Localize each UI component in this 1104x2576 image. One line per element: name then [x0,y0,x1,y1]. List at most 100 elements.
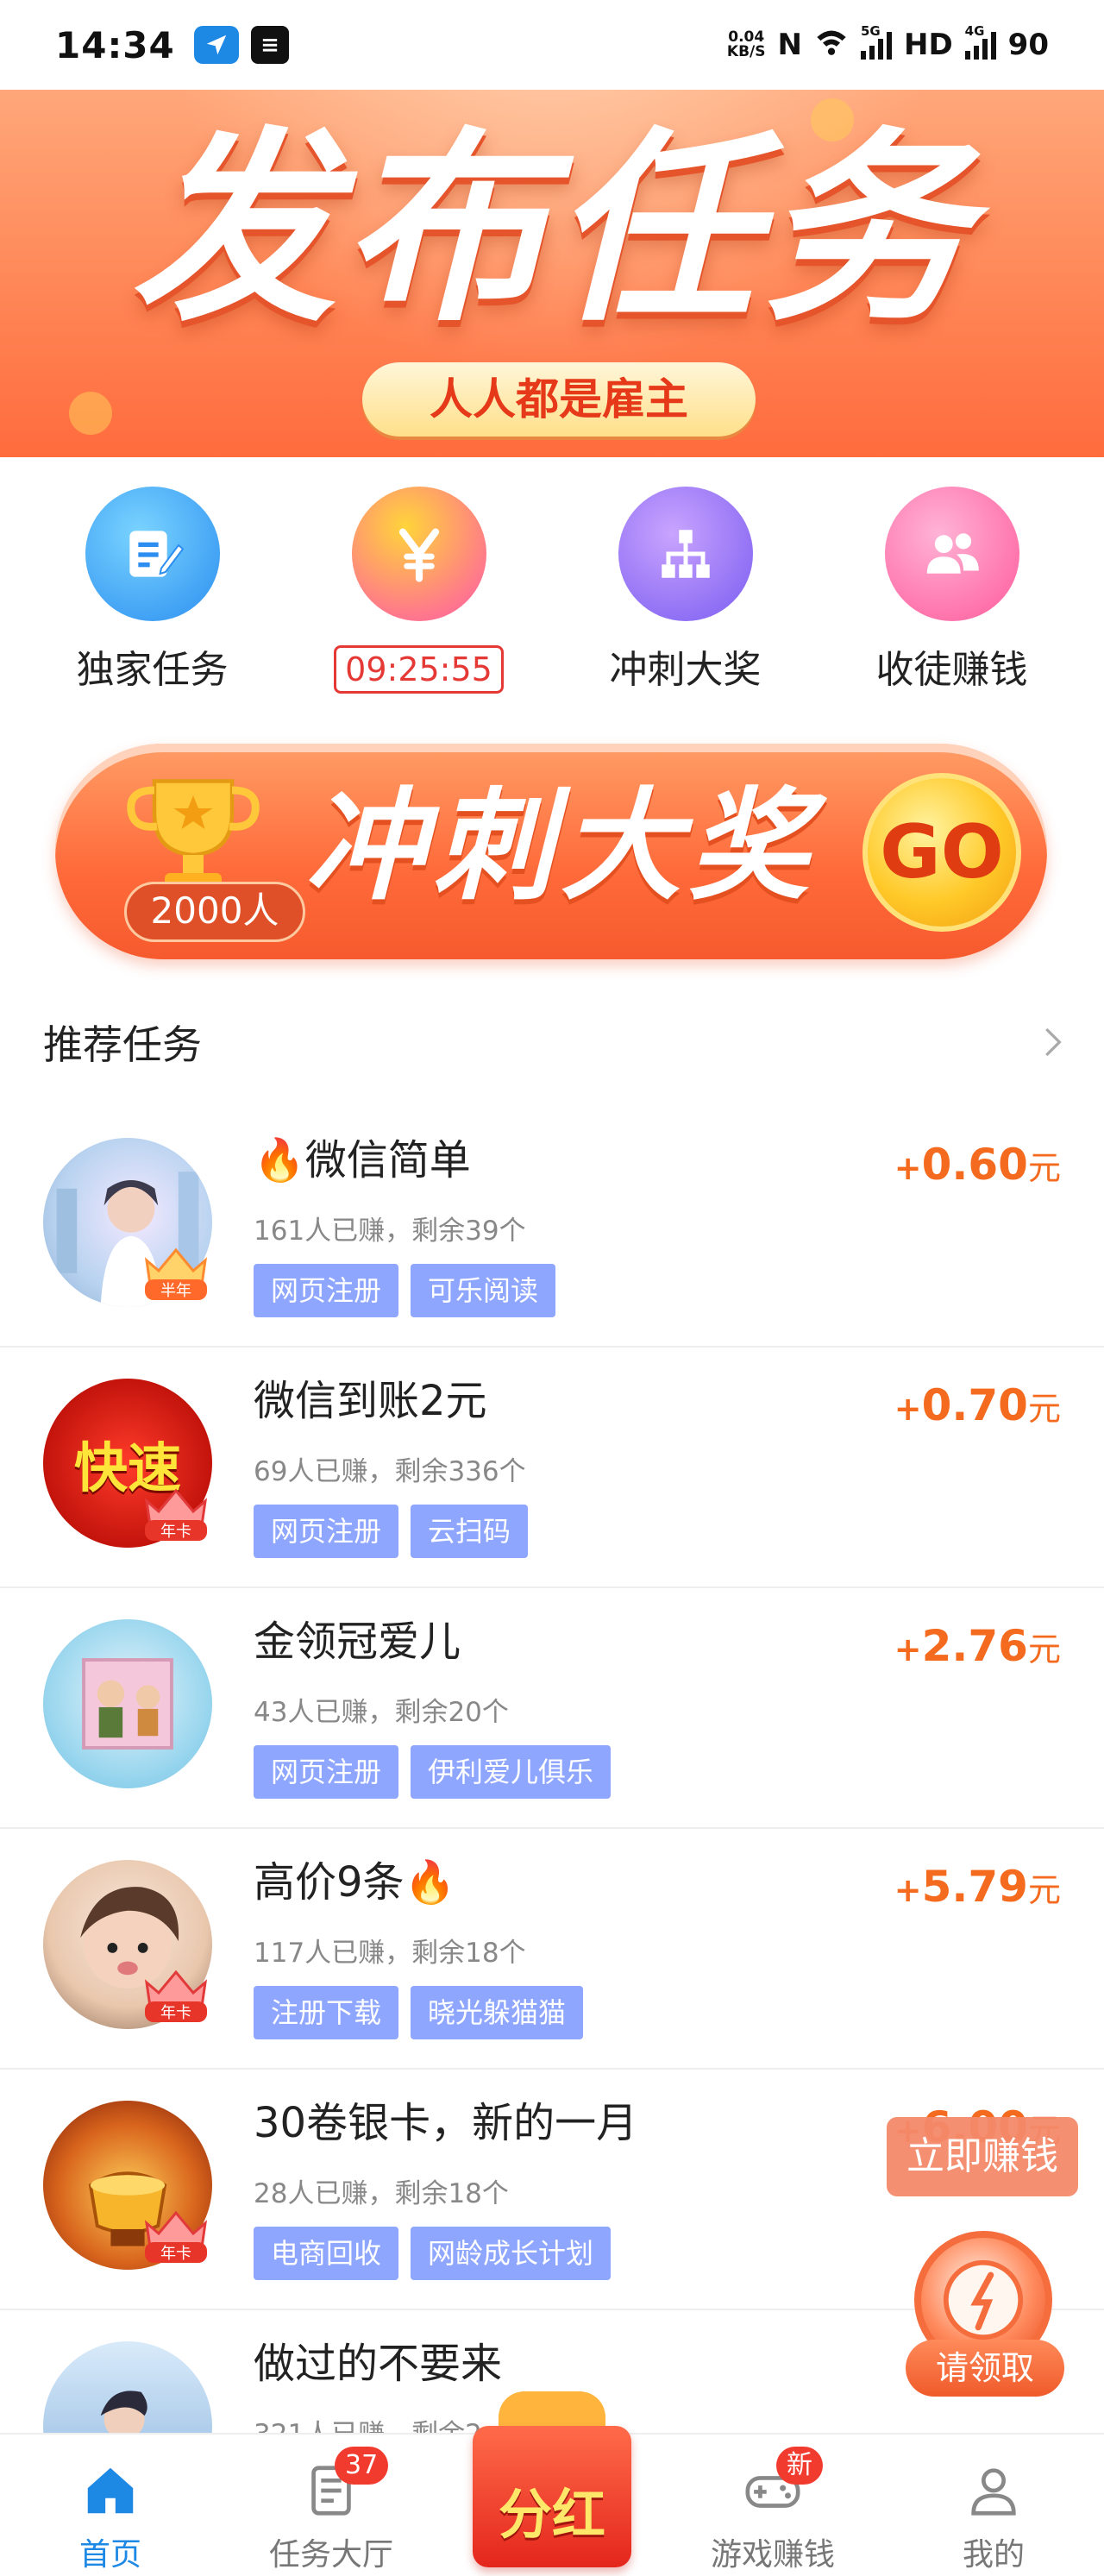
game-new-badge: 新 [776,2447,823,2485]
task-title: 金领冠爱儿 [254,1618,461,1666]
task-row[interactable]: 年卡 高价9条🔥 117人已赚，剩余18个 注册下载 晓光躲猫猫 +5.79元 [0,1829,1104,2070]
task-reward: +0.70元 [894,1380,1061,1430]
task-row[interactable]: 快速 年卡 微信到账2元 69人已赚，剩余336个 网页注册 云扫码 +0.70… [0,1348,1104,1588]
badge-text: 年卡 [160,1523,191,1541]
dividend-button[interactable]: 分红 [473,2391,631,2573]
tab-game-earn[interactable]: 新 游戏赚钱 [662,2435,883,2576]
task-meta: 69人已赚，剩余336个 [254,1456,526,1487]
crown-badge-icon: 年卡 [144,1970,208,2022]
crown-badge-icon: 半年 [144,1247,208,1300]
coin-decoration [69,392,112,435]
quick-item-sprint-prize[interactable]: 冲刺大奖 [582,457,789,716]
crown-badge-icon: 年卡 [144,1488,208,1541]
quick-menu: 独家任务 09:25:55 冲刺大奖 收徒赚钱 [0,457,1104,716]
edit-icon [85,487,220,621]
task-reward: +2.76元 [894,1621,1061,1671]
notes-icon [250,26,289,64]
task-title: 🔥微信简单 [254,1136,471,1184]
task-reward: +5.79元 [894,1862,1061,1912]
tab-home[interactable]: 首页 [0,2435,221,2576]
nfc-icon: N [777,28,802,62]
reward-plus: + [894,1390,922,1428]
publish-task-banner[interactable]: 发布任务 人人都是雇主 [0,90,1104,457]
tab-task-hall[interactable]: 37 任务大厅 [221,2435,442,2576]
task-row[interactable]: 金领冠爱儿 43人已赚，剩余20个 网页注册 伊利爱儿俱乐 +2.76元 [0,1588,1104,1829]
tab-label-task-hall: 任务大厅 [268,2537,393,2573]
hd-label: HD [903,28,953,62]
reward-amount: 0.60 [921,1140,1028,1190]
tab-label-game-earn: 游戏赚钱 [710,2537,835,2573]
quick-item-recruit-earn[interactable]: 收徒赚钱 [849,457,1056,716]
section-title: 推荐任务 [43,1021,202,1068]
participant-count: 2000人 [124,882,305,942]
task-title: 做过的不要来 [254,2340,503,2388]
signal-4g-tag: 4G [964,23,985,39]
quick-label-recruit-earn: 收徒赚钱 [875,648,1028,692]
task-title: 微信到账2元 [254,1377,487,1425]
task-tag: 网页注册 [254,1264,399,1317]
users-icon [884,487,1019,621]
recommended-tasks-header[interactable]: 推荐任务 [43,1008,1070,1077]
badge-text: 年卡 [160,2245,191,2263]
quick-label-sprint-prize: 冲刺大奖 [609,648,762,692]
status-time: 14:34 [55,23,175,66]
quick-label-exclusive-task: 独家任务 [76,648,229,692]
task-tag: 网页注册 [254,1505,399,1558]
task-tag: 网龄成长计划 [411,2227,612,2280]
task-hall-badge: 37 [335,2447,389,2485]
task-tags: 网页注册 云扫码 [254,1505,529,1558]
task-tag: 电商回收 [254,2227,399,2280]
task-tags: 网页注册 可乐阅读 [254,1264,556,1317]
task-tags: 注册下载 晓光躲猫猫 [254,1986,584,2039]
task-tag: 网页注册 [254,1745,399,1799]
signal-4g-icon: 4G [964,23,996,60]
task-title: 高价9条🔥 [254,1858,456,1907]
tab-label-mine: 我的 [962,2537,1025,2573]
claim-button[interactable]: 请领取 [906,2340,1064,2397]
reward-unit: 元 [1027,1871,1061,1909]
navigation-arrow-icon [193,26,239,64]
task-tags: 电商回收 网龄成长计划 [254,2227,612,2280]
task-meta: 43人已赚，剩余20个 [254,1697,509,1728]
banner-title: 发布任务 [131,110,973,349]
reward-unit: 元 [1027,1390,1061,1428]
task-tag: 可乐阅读 [411,1264,556,1317]
banner-subtitle: 人人都是雇主 [362,362,756,437]
status-bar: 14:34 0.04 KB/S N 5G HD 4G 90 [0,0,1104,90]
network-speed-unit: KB/S [726,43,766,60]
sprint-title: 冲刺大奖 [305,776,817,917]
task-meta: 117人已赚，剩余18个 [254,1938,526,1969]
sprint-prize-banner[interactable]: 2000人 冲刺大奖 GO [55,744,1047,959]
avatar [43,1619,212,1788]
network-speed: 0.04 KB/S [727,30,766,60]
tab-label-home: 首页 [78,2537,141,2573]
reward-plus: + [894,1149,922,1187]
task-tag: 伊利爱儿俱乐 [411,1745,612,1799]
dividend-label: 分红 [498,2483,605,2546]
task-tags: 网页注册 伊利爱儿俱乐 [254,1745,612,1799]
go-button[interactable]: GO [862,773,1021,932]
org-chart-icon [618,487,753,621]
task-tag: 晓光躲猫猫 [411,1986,584,2039]
badge-text: 半年 [160,1282,191,1300]
signal-5g-icon: 5G [860,23,892,60]
reward-unit: 元 [1027,1630,1061,1668]
home-icon [87,2467,134,2514]
quick-item-timer[interactable]: 09:25:55 [316,457,523,716]
badge-text: 年卡 [160,2004,191,2022]
task-reward: +0.60元 [894,1140,1061,1190]
crown-badge-icon: 年卡 [144,2210,208,2263]
earn-now-button[interactable]: 立即赚钱 [887,2117,1078,2196]
task-row[interactable]: 半年 🔥微信简单 161人已赚，剩余39个 网页注册 可乐阅读 +0.60元 [0,1107,1104,1348]
wifi-icon [814,24,849,66]
signal-5g-tag: 5G [860,23,881,39]
chevron-right-icon[interactable] [1035,1025,1070,1059]
quick-item-exclusive-task[interactable]: 独家任务 [49,457,256,716]
tab-mine[interactable]: 我的 [883,2435,1104,2576]
task-tag: 注册下载 [254,1986,399,2039]
countdown-timer: 09:25:55 [334,645,504,694]
reward-unit: 元 [1027,1149,1061,1187]
battery-level: 90 [1007,28,1049,62]
task-meta: 161人已赚，剩余39个 [254,1216,526,1247]
task-title: 30卷银卡，新的一月 [254,2099,638,2147]
